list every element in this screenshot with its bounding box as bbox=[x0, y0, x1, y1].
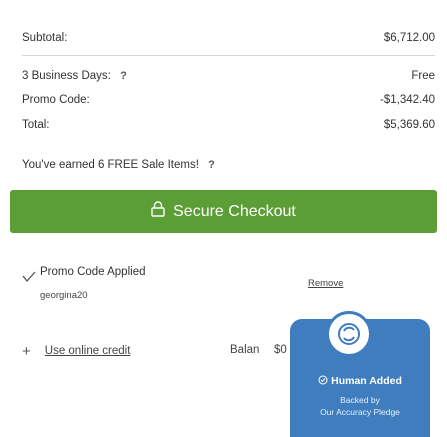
promo-applied-title: Promo Code Applied bbox=[40, 266, 146, 278]
online-credit-row: + Use online credit bbox=[22, 341, 130, 361]
human-added-icon bbox=[326, 311, 372, 357]
promo-value: -$1,342.40 bbox=[380, 94, 435, 106]
use-online-credit-link[interactable]: Use online credit bbox=[45, 345, 131, 357]
check-icon bbox=[22, 270, 36, 288]
promo-applied-box: Promo Code Applied georgina20 Remove bbox=[22, 262, 343, 312]
badge-title-text: Human Added bbox=[331, 375, 402, 387]
secure-checkout-button[interactable]: Secure Checkout bbox=[10, 190, 437, 233]
shipping-value: Free bbox=[411, 70, 435, 82]
total-value: $5,369.60 bbox=[383, 119, 435, 131]
subtotal-label: Subtotal: bbox=[22, 32, 68, 44]
balance-value: $0 bbox=[274, 344, 287, 356]
lock-icon bbox=[151, 201, 173, 222]
divider bbox=[22, 55, 435, 56]
subtotal-value: $6,712.00 bbox=[383, 32, 435, 44]
shipping-help-icon[interactable]: ? bbox=[120, 70, 127, 82]
promo-code-value: georgina20 bbox=[40, 290, 88, 301]
remove-promo-link[interactable]: Remove bbox=[308, 278, 343, 289]
free-items-help-icon[interactable]: ? bbox=[208, 159, 215, 171]
subtotal-row: Subtotal: $6,712.00 bbox=[22, 26, 435, 50]
total-row: Total: $5,369.60 bbox=[22, 113, 435, 137]
free-items-text: You've earned 6 FREE Sale Items! bbox=[22, 159, 199, 171]
promo-label: Promo Code: bbox=[22, 94, 90, 106]
badge-line-2: Our Accuracy Pledge bbox=[320, 407, 400, 417]
human-added-badge[interactable]: Human Added Backed by Our Accuracy Pledg… bbox=[290, 311, 430, 437]
shipping-label-group: 3 Business Days: ? bbox=[22, 70, 127, 82]
promo-row: Promo Code: -$1,342.40 bbox=[22, 88, 435, 112]
secure-checkout-label: Secure Checkout bbox=[173, 202, 296, 220]
free-items-notice: You've earned 6 FREE Sale Items! ? bbox=[22, 159, 215, 171]
balance-label: Balan bbox=[230, 344, 260, 356]
total-label: Total: bbox=[22, 119, 50, 131]
badge-line-1: Backed by bbox=[340, 395, 380, 405]
shipping-row: 3 Business Days: ? Free bbox=[22, 64, 435, 88]
badge-title: Human Added bbox=[290, 375, 430, 387]
shipping-label: 3 Business Days: bbox=[22, 70, 111, 82]
plus-icon[interactable]: + bbox=[22, 344, 31, 359]
